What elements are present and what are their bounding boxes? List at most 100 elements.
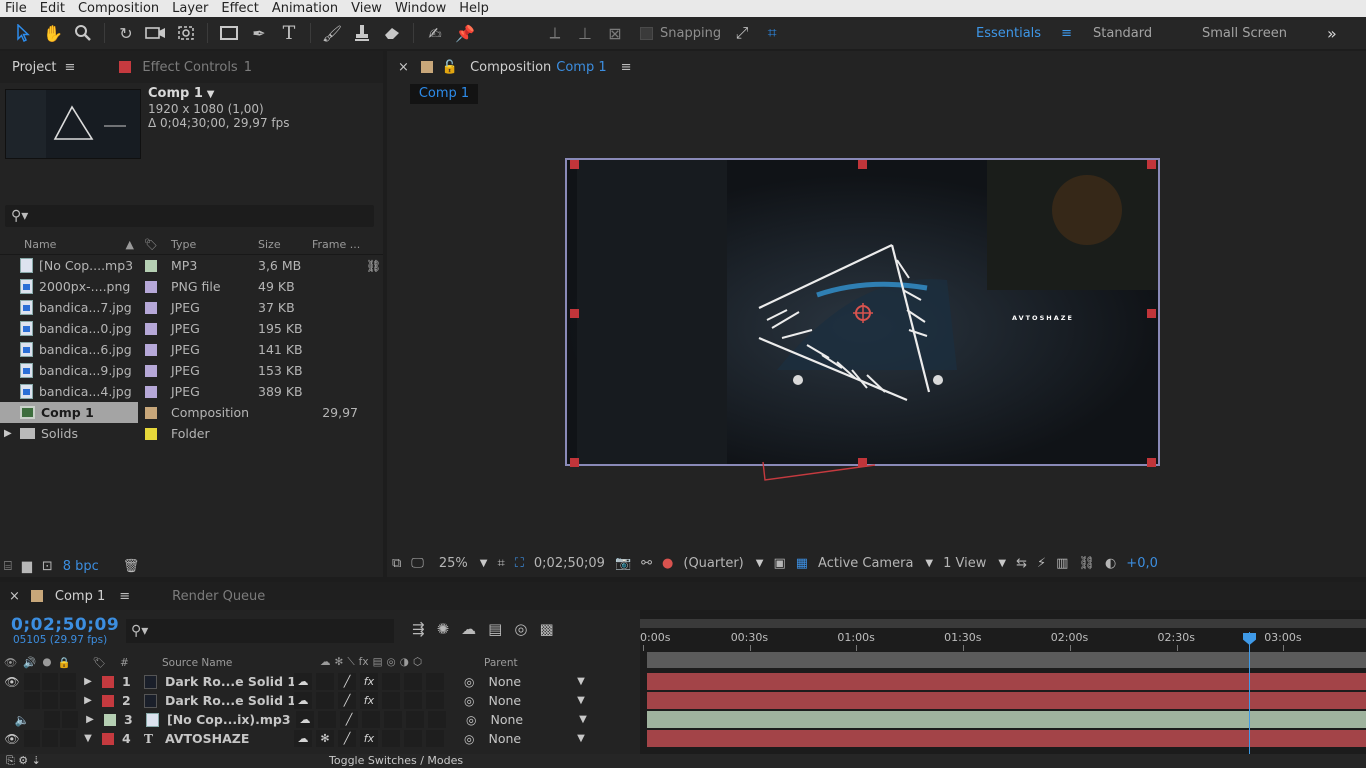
layer-duration-bar[interactable] xyxy=(647,692,1366,709)
parent-dropdown[interactable]: ◎ None ▼ xyxy=(464,674,585,689)
pan-behind-tool-icon[interactable] xyxy=(173,21,199,45)
pen-tool-icon[interactable]: ✒ xyxy=(246,21,272,45)
parent-dropdown[interactable]: ◎ None ▼ xyxy=(464,731,585,746)
tab-project[interactable]: Project ≡ xyxy=(0,51,87,83)
tab-composition[interactable]: × 🔓 Composition Comp 1 ≡ xyxy=(387,51,644,83)
lock-icon[interactable]: 🔓 xyxy=(442,60,458,75)
toggle-switches-modes[interactable]: Toggle Switches / Modes xyxy=(329,754,463,767)
layer-source-name[interactable]: Dark Ro...e Solid 1 xyxy=(144,693,294,708)
composition-canvas[interactable]: AVTOSHAZE xyxy=(565,158,1160,466)
collapse-arrow-icon[interactable]: ▼ xyxy=(78,733,98,744)
trash-icon[interactable]: 🗑 xyxy=(123,559,140,574)
project-search-input[interactable]: ⚲▾ xyxy=(5,205,374,227)
layer-label-swatch[interactable] xyxy=(102,694,114,707)
switch-toggle[interactable] xyxy=(428,711,446,728)
menu-composition[interactable]: Composition xyxy=(73,1,164,16)
layer-row[interactable]: 🔈 ▶ 3 [No Cop...ix).mp3 ☁ ╱ ◎ None ▼ xyxy=(0,710,640,729)
region-of-interest-icon[interactable]: ▣ xyxy=(773,556,785,571)
label-swatch[interactable] xyxy=(138,280,164,293)
switch-toggle[interactable] xyxy=(382,673,400,690)
solo-toggle[interactable] xyxy=(42,692,58,709)
project-item-row[interactable]: bandica...6.jpg JPEG 141 KB xyxy=(0,339,383,360)
workspace-menu-icon[interactable]: ≡ xyxy=(1061,26,1072,41)
menu-edit[interactable]: Edit xyxy=(35,1,70,16)
lock-toggle[interactable] xyxy=(60,692,76,709)
expand-icon[interactable]: ⎘ ⚙ ⇣ xyxy=(6,754,41,768)
always-preview-icon[interactable]: ⧉ xyxy=(392,556,401,571)
hand-tool-icon[interactable]: ✋ xyxy=(40,21,66,45)
label-column-icon[interactable]: 🏷 xyxy=(138,238,164,251)
switch-toggle[interactable] xyxy=(382,692,400,709)
project-item-row[interactable]: [No Cop....mp3 MP3 3,6 MB ⛓ xyxy=(0,255,383,276)
layer-label-swatch[interactable] xyxy=(102,675,114,688)
current-time-indicator[interactable] xyxy=(1249,632,1250,768)
layer-duration-bar[interactable] xyxy=(647,673,1366,690)
audio-toggle[interactable] xyxy=(24,673,40,690)
shy-switch-icon[interactable]: ☁ xyxy=(294,730,312,747)
layer-label-swatch[interactable] xyxy=(102,732,114,745)
motion-blur-icon[interactable]: ◎ xyxy=(514,620,527,638)
workspace-small-screen[interactable]: Small Screen xyxy=(1202,17,1287,49)
project-item-row[interactable]: bandica...4.jpg JPEG 389 KB xyxy=(0,381,383,402)
audio-toggle[interactable] xyxy=(24,730,40,747)
label-swatch[interactable] xyxy=(138,322,164,335)
pick-whip-icon[interactable]: ◎ xyxy=(464,675,474,689)
fast-previews-icon[interactable]: ⚡ xyxy=(1037,556,1046,571)
layer-duration-bar[interactable] xyxy=(647,711,1366,728)
workspace-standard[interactable]: Standard xyxy=(1093,17,1152,49)
expand-arrow-icon[interactable]: ▶ xyxy=(80,714,100,725)
shy-switch-icon[interactable]: ☁ xyxy=(294,673,312,690)
project-item-row[interactable]: ▶ Solids Folder xyxy=(0,423,383,444)
comp-flowchart-tab[interactable]: Comp 1 xyxy=(410,84,478,104)
new-folder-icon[interactable]: ▆ xyxy=(22,559,32,574)
flowchart-icon[interactable]: ⛓ xyxy=(1078,556,1095,571)
switch-toggle[interactable] xyxy=(404,673,422,690)
tab-render-queue[interactable]: Render Queue xyxy=(160,580,277,612)
type-tool-icon[interactable]: T xyxy=(276,21,302,45)
close-icon[interactable]: × xyxy=(398,60,409,75)
project-item-row[interactable]: bandica...7.jpg JPEG 37 KB xyxy=(0,297,383,318)
layer-label-swatch[interactable] xyxy=(104,713,116,726)
layer-row[interactable]: 👁 ▼ 4 T AVTOSHAZE ☁ ✻ ╱ fx ◎ None ▼ xyxy=(0,729,640,748)
tab-effect-controls[interactable]: Effect Controls 1 xyxy=(107,51,264,83)
lock-toggle[interactable] xyxy=(60,673,76,690)
transform-handle[interactable] xyxy=(570,309,579,318)
quality-switch-icon[interactable]: ╱ xyxy=(338,673,356,690)
switch-toggle[interactable] xyxy=(404,692,422,709)
menu-view[interactable]: View xyxy=(346,1,387,16)
timeline-icon[interactable]: ▥ xyxy=(1056,556,1068,571)
camera-tool-icon[interactable] xyxy=(143,21,169,45)
label-swatch[interactable] xyxy=(138,343,164,356)
selection-tool-icon[interactable] xyxy=(10,21,36,45)
audio-toggle[interactable] xyxy=(24,692,40,709)
reset-exposure-icon[interactable]: ◐ xyxy=(1105,556,1116,571)
layer-row[interactable]: ▶ 2 Dark Ro...e Solid 1 ☁ ╱ fx ◎ None ▼ xyxy=(0,691,640,710)
switch-toggle[interactable] xyxy=(426,730,444,747)
panel-menu-icon[interactable]: ≡ xyxy=(64,60,75,75)
collapse-switch-icon[interactable] xyxy=(316,692,334,709)
collapse-switch-icon[interactable]: ✻ xyxy=(316,730,334,747)
menu-layer[interactable]: Layer xyxy=(167,1,213,16)
axis-world-icon[interactable]: ⊥ xyxy=(572,21,598,45)
draft-3d-icon[interactable]: ✺ xyxy=(437,620,450,638)
magnification-dropdown[interactable]: 25% xyxy=(439,556,488,571)
zoom-tool-icon[interactable] xyxy=(70,21,96,45)
switch-toggle[interactable] xyxy=(384,711,402,728)
transform-handle[interactable] xyxy=(858,160,867,169)
switch-toggle[interactable] xyxy=(406,711,424,728)
rotation-tool-icon[interactable]: ↻ xyxy=(113,21,139,45)
lock-toggle[interactable] xyxy=(60,730,76,747)
quality-switch-icon[interactable]: ╱ xyxy=(340,711,358,728)
transform-handle[interactable] xyxy=(570,160,579,169)
audio-speaker-icon[interactable]: 🔈 xyxy=(0,713,44,727)
timeline-current-time[interactable]: 0;02;50;09 xyxy=(11,615,119,635)
menu-window[interactable]: Window xyxy=(390,1,451,16)
transparency-grid-icon[interactable]: ▦ xyxy=(796,556,808,571)
video-eye-icon[interactable]: 👁 xyxy=(0,675,24,689)
panel-menu-icon[interactable]: ≡ xyxy=(119,589,130,604)
switch-toggle[interactable] xyxy=(426,673,444,690)
project-item-row[interactable]: 2000px-....png PNG file 49 KB xyxy=(0,276,383,297)
column-frame[interactable]: Frame ... xyxy=(312,238,372,251)
quality-switch-icon[interactable]: ╱ xyxy=(338,730,356,747)
label-swatch[interactable] xyxy=(138,406,164,419)
